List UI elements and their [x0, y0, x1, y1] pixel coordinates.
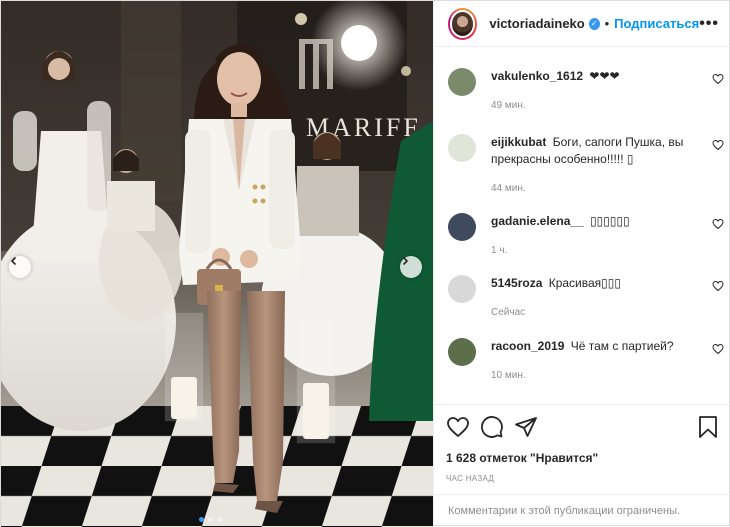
post-header: victoriadaineko ✓ • Подписаться ••• — [434, 1, 730, 47]
comment-text: Чё там с партией? — [570, 339, 674, 353]
header-separator: • — [604, 16, 610, 31]
carousel-dot — [217, 517, 222, 522]
comment-time[interactable]: 10 мин. — [491, 367, 696, 384]
comment-avatar[interactable] — [448, 338, 476, 366]
comment-item: 5145roza Красивая▯▯▯ Сейчас — [448, 275, 724, 321]
save-bookmark-icon[interactable] — [696, 415, 720, 439]
comment-avatar[interactable] — [448, 134, 476, 162]
comment-bubble-icon[interactable] — [480, 415, 504, 439]
comment-time[interactable]: 1 ч. — [491, 242, 696, 259]
comment-username[interactable]: 5145roza — [491, 276, 542, 290]
comment-like-icon[interactable] — [712, 218, 724, 230]
action-icons-row — [446, 413, 720, 441]
backdrop-logo — [299, 39, 333, 89]
comment-like-icon[interactable] — [712, 343, 724, 355]
comment-username[interactable]: racoon_2019 — [491, 339, 564, 353]
comment-like-icon[interactable] — [712, 139, 724, 151]
comment-like-icon[interactable] — [712, 280, 724, 292]
photo-illustration: MARIFF — [1, 1, 433, 527]
author-username[interactable]: victoriadaineko — [489, 16, 584, 31]
comments-limited-notice: Комментарии к этой публикации ограничены… — [434, 494, 730, 517]
comment-item: gadanie.elena__ ▯▯▯▯▯▯ 1 ч. — [448, 213, 724, 259]
comment-time[interactable]: 44 мин. — [491, 180, 696, 197]
comment-time[interactable]: Сейчас — [491, 304, 696, 321]
comment-time[interactable]: 49 мин. — [491, 97, 696, 114]
comment-text: ▯▯▯▯▯▯ — [590, 214, 630, 228]
comment-like-icon[interactable] — [712, 73, 724, 85]
follow-button[interactable]: Подписаться — [614, 16, 699, 31]
comment-avatar[interactable] — [448, 213, 476, 241]
comment-item: vakulenko_1612 ❤❤❤ 49 мин. — [448, 68, 724, 114]
carousel-dot — [199, 517, 204, 522]
comment-username[interactable]: vakulenko_1612 — [491, 69, 583, 83]
comment-avatar[interactable] — [448, 275, 476, 303]
share-send-icon[interactable] — [514, 415, 538, 439]
post-photo[interactable]: MARIFF — [1, 1, 433, 527]
comments-list[interactable]: vakulenko_1612 ❤❤❤ 49 мин. eijikkubat Бо… — [434, 48, 730, 404]
post-actions: 1 628 отметок "Нравится" ЧАС НАЗАД — [434, 404, 730, 483]
post-container: MARIFF victoriadaineko ✓ • Подписаться •… — [0, 0, 730, 527]
comment-text: ❤❤❤ — [589, 69, 620, 83]
comment-text: Красивая▯▯▯ — [548, 276, 621, 290]
post-timestamp[interactable]: ЧАС НАЗАД — [446, 474, 720, 483]
comment-item: racoon_2019 Чё там с партией? 10 мин. — [448, 338, 724, 384]
verified-badge-icon: ✓ — [588, 17, 600, 30]
carousel-dot — [208, 517, 213, 522]
comment-avatar[interactable] — [448, 68, 476, 96]
comment-username[interactable]: gadanie.elena__ — [491, 214, 584, 228]
carousel-prev-button[interactable] — [9, 256, 31, 278]
comment-item: eijikkubat Боги, сапоги Пушка, вы прекра… — [448, 134, 724, 197]
likes-count[interactable]: 1 628 отметок "Нравится" — [446, 451, 720, 465]
chevron-left-icon — [10, 256, 17, 266]
post-side-panel: victoriadaineko ✓ • Подписаться ••• vaku… — [433, 1, 730, 527]
like-heart-icon[interactable] — [446, 415, 470, 439]
comment-username[interactable]: eijikkubat — [491, 135, 546, 149]
carousel-indicator — [199, 517, 222, 522]
chevron-right-icon — [402, 256, 409, 266]
more-options-button[interactable]: ••• — [699, 15, 719, 33]
carousel-next-button[interactable] — [400, 256, 422, 278]
author-avatar[interactable] — [448, 7, 478, 40]
author-avatar-image — [450, 9, 476, 38]
